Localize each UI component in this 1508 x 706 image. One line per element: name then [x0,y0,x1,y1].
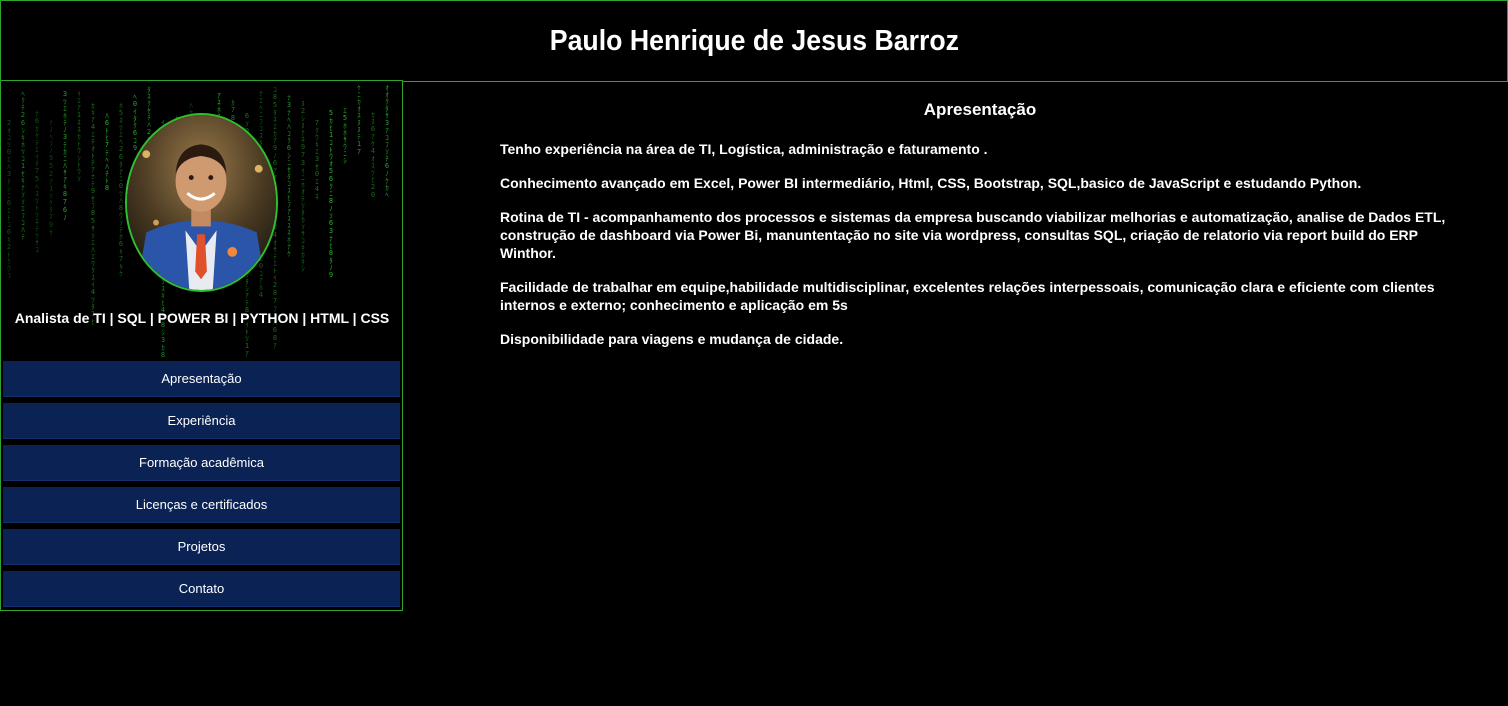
role-title: Analista de TI | SQL | POWER BI | PYTHON… [14,310,390,326]
section-title: Apresentação [923,100,1037,119]
profile-photo [127,115,276,290]
paragraph: Conhecimento avançado em Excel, Power BI… [500,175,1362,191]
matrix-column: ﾊ6ﾄﾋ7ﾃﾍﾊﾁﾄ8 [103,112,111,192]
paragraph: Facilidade de trabalhar em equipe,habili… [500,279,1435,313]
matrix-column: ﾎ5ﾈﾂｴﾍ26ﾀﾅﾆ0ﾂﾊ8ｳｿﾃﾎ6ｷ7ｷｹ [117,102,125,277]
matrix-column: ｴ5ﾎﾎｻｳﾆｼ [341,107,349,164]
nav-item-contato[interactable]: Contato [3,571,400,607]
matrix-column: ﾅ6ｶｹﾃｴｲﾁ75ﾍｽﾂﾄﾂﾈﾃﾂｻｺ [33,110,41,253]
matrix-column: ﾅ3ﾅﾍﾊｺｸ6ｼﾆｾﾀｺｽﾋﾌｱｽｽﾈﾎﾅｹ [285,94,293,257]
matrix-column: ﾍ0ｲﾀｸ6ｺ9 [131,93,139,152]
paragraph: Tenho experiência na área de TI, Logísti… [500,141,988,157]
matrix-column: 2ｵｺﾂ0ｴﾊ3ﾁｼﾆ6ｴﾄｺ6ｷ2ﾄｸｳﾌ [5,119,13,279]
matrix-column: ﾇ2ｼﾇﾅﾈ973ｲﾆﾎｵﾃﾂﾀｶｿｻｺｷｶｷｼ [299,100,307,272]
matrix-column: ｶﾇ6ｱｹ4ｵｽﾂﾋ20 [369,111,377,199]
matrix-column: ﾅﾉﾍﾌﾉ952ｱｽｿｹﾀ79ｻ [47,119,55,236]
paragraph: Disponibilidade para viagens e mudança d… [500,331,844,347]
matrix-column: ｹﾆｶｵﾈﾇﾇﾃ17 [355,84,363,156]
nav-item-licencas-certificados[interactable]: Licenças e certificados [3,487,400,523]
matrix-column: 7ｸｳｷｴ3ｾ0ｴ4ﾈ [313,119,321,200]
sidebar-nav: Apresentação Experiência Formação acadêm… [3,361,400,610]
nav-item-projetos[interactable]: Projetos [3,529,400,565]
sidebar: 2ｵｺﾂ0ｴﾊ3ﾁｼﾆ6ｴﾄｺ6ｷ2ﾄｸｳﾌ ﾍｸﾁ26ｼｷﾎﾂｺ1ｾｷﾅｿｿｴﾌ… [0,80,403,611]
avatar [125,113,278,292]
nav-item-formacao-academica[interactable]: Formação acadêmica [3,445,400,481]
page-header: Paulo Henrique de Jesus Barroz [0,0,1508,82]
nav-item-apresentacao[interactable]: Apresentação [3,361,400,397]
matrix-column: ｵｵｸﾀｻ3ｱｺﾌｿﾁ6ﾉｹｶﾍ [383,84,391,198]
matrix-column: ｲｴｱ1ﾈﾈｶﾄｳｼﾄｳｿ [75,90,83,182]
paragraph: Rotina de TI - acompanhamento dos proces… [500,209,1446,261]
matrix-column: 5ｶﾋ1ｺﾄｳｵ56ｸﾆ8ﾉｿ63ﾅﾋ8ﾀﾉ9 [327,109,335,279]
nav-item-experiencia[interactable]: Experiência [3,403,400,439]
matrix-column: ﾍｸﾁ26ｼｷﾎﾂｺ1ｾｷﾅｿｿｴﾌｺﾊﾃ [19,90,27,240]
main-content: Apresentação Tenho experiência na área d… [500,100,1460,364]
page-title: Paulo Henrique de Jesus Barroz [549,24,959,57]
matrix-column: 3ﾂｴﾎﾃﾉ3ﾃｶﾆﾊｻｱｷ876ﾉ [61,90,69,221]
matrix-column: ｶｷｱ4ｴﾁｵﾄﾁｱﾅﾃ9ｾﾌ85ｻｿｴﾊｴｳｸｽｲ4ﾂﾀ1ﾋ [89,102,97,325]
